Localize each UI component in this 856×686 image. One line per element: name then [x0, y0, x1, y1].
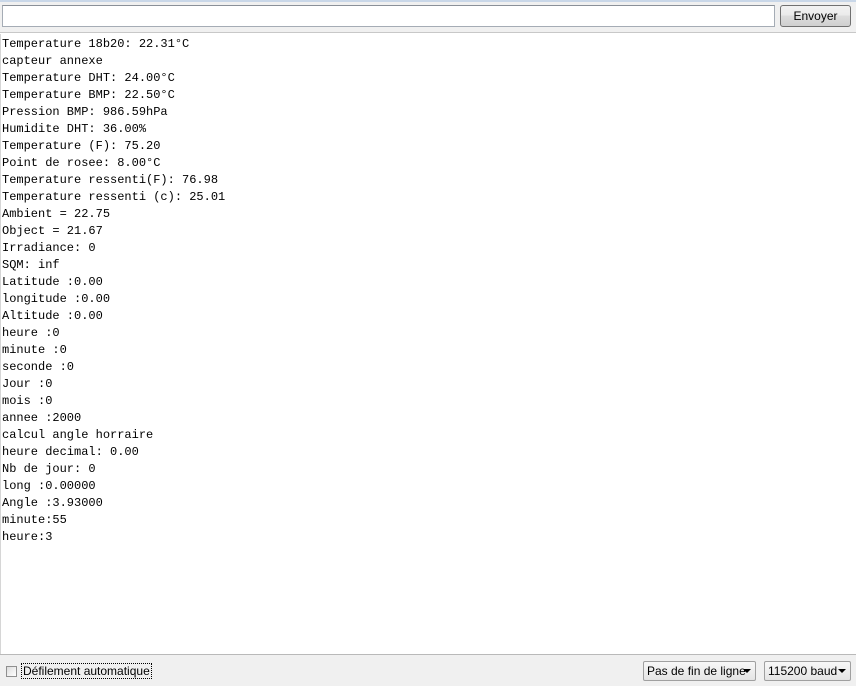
output-line: Temperature (F): 75.20	[2, 139, 161, 153]
output-line: Temperature DHT: 24.00°C	[2, 71, 175, 85]
output-line: Humidite DHT: 36.00%	[2, 122, 147, 136]
output-scrollbar[interactable]	[852, 34, 856, 654]
send-toolbar: Envoyer	[0, 2, 856, 33]
output-line: Nb de jour: 0	[2, 462, 96, 476]
output-line: capteur annexe	[2, 54, 103, 68]
chevron-down-icon	[838, 669, 846, 673]
line-ending-value: Pas de fin de ligne	[647, 664, 746, 678]
autoscroll-toggle[interactable]: Défilement automatique	[6, 663, 152, 679]
output-line: Irradiance: 0	[2, 241, 96, 255]
output-line: seconde :0	[2, 360, 75, 374]
output-line: minute:55	[2, 513, 67, 527]
output-line: Latitude :0.00	[2, 275, 103, 289]
output-line: longitude :0.00	[2, 292, 111, 306]
line-ending-select[interactable]: Pas de fin de ligne	[643, 661, 756, 681]
output-line: heure:3	[2, 530, 53, 544]
output-line: mois :0	[2, 394, 53, 408]
output-line: Temperature 18b20: 22.31°C	[2, 37, 190, 51]
output-line: Jour :0	[2, 377, 53, 391]
output-line: calcul angle horraire	[2, 428, 154, 442]
output-line: long :0.00000	[2, 479, 96, 493]
output-line: Temperature BMP: 22.50°C	[2, 88, 175, 102]
output-line: annee :2000	[2, 411, 82, 425]
output-line: Object = 21.67	[2, 224, 103, 238]
output-line: heure :0	[2, 326, 60, 340]
output-line: minute :0	[2, 343, 67, 357]
output-line: SQM: inf	[2, 258, 60, 272]
baud-rate-value: 115200 baud	[768, 664, 838, 678]
output-line: Temperature ressenti(F): 76.98	[2, 173, 219, 187]
output-line: heure decimal: 0.00	[2, 445, 139, 459]
chevron-down-icon	[743, 669, 751, 673]
output-line: Pression BMP: 986.59hPa	[2, 105, 168, 119]
serial-output-area[interactable]: Temperature 18b20: 22.31°C capteur annexe…	[0, 34, 856, 654]
status-bar: Défilement automatique Pas de fin de lig…	[0, 654, 856, 686]
send-button[interactable]: Envoyer	[780, 5, 851, 27]
output-line: Altitude :0.00	[2, 309, 103, 323]
baud-rate-select[interactable]: 115200 baud	[764, 661, 851, 681]
autoscroll-label[interactable]: Défilement automatique	[21, 663, 152, 679]
output-line: Temperature ressenti (c): 25.01	[2, 190, 226, 204]
output-line: Ambient = 22.75	[2, 207, 111, 221]
send-input[interactable]	[2, 5, 775, 27]
serial-monitor-window: Envoyer Temperature 18b20: 22.31°C capteu…	[0, 0, 856, 686]
output-line: Point de rosee: 8.00°C	[2, 156, 161, 170]
autoscroll-checkbox[interactable]	[6, 665, 17, 677]
output-lines: Temperature 18b20: 22.31°C capteur annexe…	[1, 36, 225, 546]
output-line: Angle :3.93000	[2, 496, 103, 510]
